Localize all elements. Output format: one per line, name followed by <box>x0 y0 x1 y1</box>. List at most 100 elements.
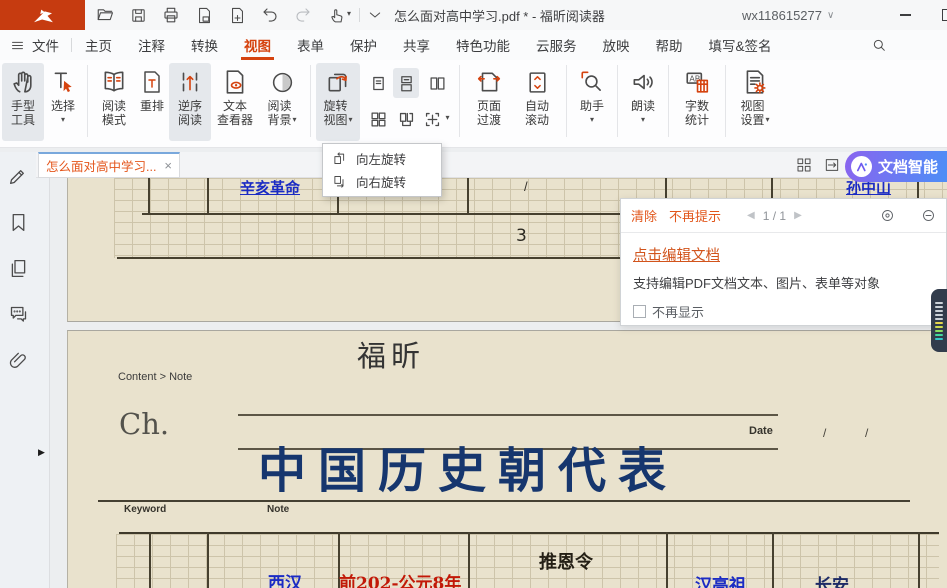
menu-comment[interactable]: 注释 <box>125 30 178 60</box>
dont-show-checkbox[interactable] <box>633 305 646 318</box>
hint-page-indicator: 1 / 1 <box>763 209 786 223</box>
panel-toggle-button[interactable] <box>824 157 840 173</box>
document-tab[interactable]: 怎么面对高中学习... × <box>38 152 180 178</box>
reverse-read-button[interactable]: 逆序 阅读 <box>169 63 211 141</box>
cell-capital: 长安 <box>815 571 849 588</box>
layout-split-button[interactable]: ▾ <box>424 104 450 134</box>
menu-share[interactable]: 共享 <box>390 30 443 60</box>
caret-down-icon: ▾ <box>347 9 351 19</box>
maximize-button[interactable] <box>934 0 947 30</box>
view-settings-button[interactable]: 视图 设置 ▾ <box>731 63 779 141</box>
paperclip-icon <box>8 350 29 371</box>
edit-document-link[interactable]: 点击编辑文档 <box>633 244 720 265</box>
word-count-button[interactable]: AB 字数 统计 <box>674 63 720 141</box>
minimize-button[interactable] <box>891 0 919 30</box>
caret-down-icon: ▾ <box>293 115 297 125</box>
comments-panel-button[interactable] <box>8 304 30 326</box>
layout-cover-button[interactable] <box>393 104 419 134</box>
bookmark-panel-button[interactable] <box>8 212 30 234</box>
clear-button[interactable]: 清除 <box>631 206 657 225</box>
menu-present[interactable]: 放映 <box>590 30 643 60</box>
auto-scroll-button[interactable]: 自动 滚动 <box>513 63 561 141</box>
redo-button[interactable] <box>294 6 312 24</box>
dont-remind-button[interactable]: 不再提示 <box>669 206 721 225</box>
read-aloud-button[interactable]: 朗读 ▾ <box>623 63 663 141</box>
menu-fill-sign[interactable]: 填写&签名 <box>696 30 785 60</box>
titlebar: ▾ 怎么面对高中学习.pdf * - 福昕阅读器 wx118615277 ∨ <box>0 0 947 31</box>
reflow-button[interactable]: 重排 <box>135 63 169 141</box>
menu-form[interactable]: 表单 <box>284 30 337 60</box>
touch-mode-button[interactable]: ▾ <box>327 6 353 24</box>
layout-facing-continuous-icon <box>370 111 387 128</box>
pages-panel-button[interactable] <box>8 258 30 280</box>
collapse-toolbar-button[interactable] <box>366 6 384 24</box>
sidebar-expand-handle[interactable]: ▶ <box>38 447 45 457</box>
menu-protect[interactable]: 保护 <box>337 30 390 60</box>
read-mode-button[interactable]: 阅读 模式 <box>93 63 135 141</box>
divider <box>359 8 360 22</box>
edit-hint-panel: 清除 不再提示 ◀ 1 / 1 ▶ 点击编辑文档 支持编辑PDF文档文本、图片、… <box>620 198 947 326</box>
thumbnail-view-button[interactable] <box>796 157 812 173</box>
menu-convert[interactable]: 转换 <box>178 30 231 60</box>
foxit-reader-window: ▾ 怎么面对高中学习.pdf * - 福昕阅读器 wx118615277 ∨ 文… <box>0 0 947 588</box>
menu-features[interactable]: 特色功能 <box>443 30 523 60</box>
layout-single-icon <box>370 75 387 92</box>
breadcrumb: Content > Note <box>118 371 192 383</box>
menu-help[interactable]: 帮助 <box>643 30 696 60</box>
hint-panel-body: 点击编辑文档 支持编辑PDF文档文本、图片、表单等对象 不再显示 <box>621 233 946 332</box>
rotate-left-item[interactable]: 向左旋转 <box>323 147 441 170</box>
layout-facing-continuous-button[interactable] <box>365 104 391 134</box>
menu-home[interactable]: 主页 <box>72 30 125 60</box>
undo-button[interactable] <box>261 6 279 24</box>
page1-number: 3 <box>516 226 527 246</box>
hamburger-icon <box>10 38 25 53</box>
pdf-page-2: 福昕 Content > Note Ch. Date / / 中国历史朝代表 K… <box>67 330 947 588</box>
account-menu[interactable]: wx118615277 ∨ <box>742 0 834 30</box>
hand-tool-button[interactable]: 手型 工具 <box>2 63 44 141</box>
print-button[interactable] <box>162 6 180 24</box>
search-button[interactable] <box>871 37 887 53</box>
tab-title: 怎么面对高中学习... <box>46 156 160 175</box>
read-background-button[interactable]: 阅读 背景 ▾ <box>259 63 305 141</box>
menu-cloud[interactable]: 云服务 <box>523 30 590 60</box>
divider <box>566 65 567 137</box>
text-viewer-button[interactable]: 文本 查看器 <box>211 63 259 141</box>
cell-dynasty: 西汉 <box>268 569 302 588</box>
open-button[interactable] <box>96 6 114 24</box>
ai-logo-icon <box>851 156 872 177</box>
menu-file-label: 文件 <box>32 35 59 55</box>
layout-facing-button[interactable] <box>424 68 450 98</box>
next-hint-button[interactable]: ▶ <box>794 210 802 221</box>
fox-icon <box>32 6 54 24</box>
read-mode-label: 阅读 模式 <box>102 99 126 127</box>
save-button[interactable] <box>129 6 147 24</box>
layout-single-button[interactable] <box>365 68 391 98</box>
ai-assistant-button[interactable]: 文档智能 <box>845 151 947 182</box>
layout-split-icon <box>424 111 441 128</box>
export-page-button[interactable] <box>195 6 213 24</box>
hint-settings-icon[interactable] <box>880 208 895 223</box>
add-page-button[interactable] <box>228 6 246 24</box>
rotate-right-item[interactable]: 向右旋转 <box>323 170 441 193</box>
attachments-panel-button[interactable] <box>8 350 30 372</box>
caret-down-icon: ▾ <box>349 115 353 125</box>
prev-hint-button[interactable]: ◀ <box>747 210 755 221</box>
assistant-label: 助手 <box>580 99 604 113</box>
page-transition-button[interactable]: 页面 过渡 <box>465 63 513 141</box>
floating-mini-toolbar[interactable] <box>931 289 947 352</box>
rotate-view-button[interactable]: 旋转 视图 ▾ <box>316 63 360 141</box>
assistant-button[interactable]: 助手 ▾ <box>572 63 612 141</box>
speaker-icon <box>630 67 656 97</box>
dont-show-row: 不再显示 <box>633 302 934 321</box>
annotate-panel-button[interactable] <box>8 165 30 187</box>
reflow-page-icon <box>140 67 164 97</box>
rotate-right-label: 向右旋转 <box>356 172 406 191</box>
select-tool-button[interactable]: 选择 ▾ <box>44 63 82 141</box>
add-page-icon <box>229 7 246 24</box>
layout-continuous-button[interactable] <box>393 68 419 98</box>
menu-view[interactable]: 视图 <box>231 30 284 60</box>
cell-period: 前202-公元8年 <box>339 569 461 588</box>
collapse-panel-icon[interactable] <box>921 208 936 223</box>
menu-file[interactable]: 文件 <box>0 30 71 60</box>
tab-close-button[interactable]: × <box>164 158 172 173</box>
